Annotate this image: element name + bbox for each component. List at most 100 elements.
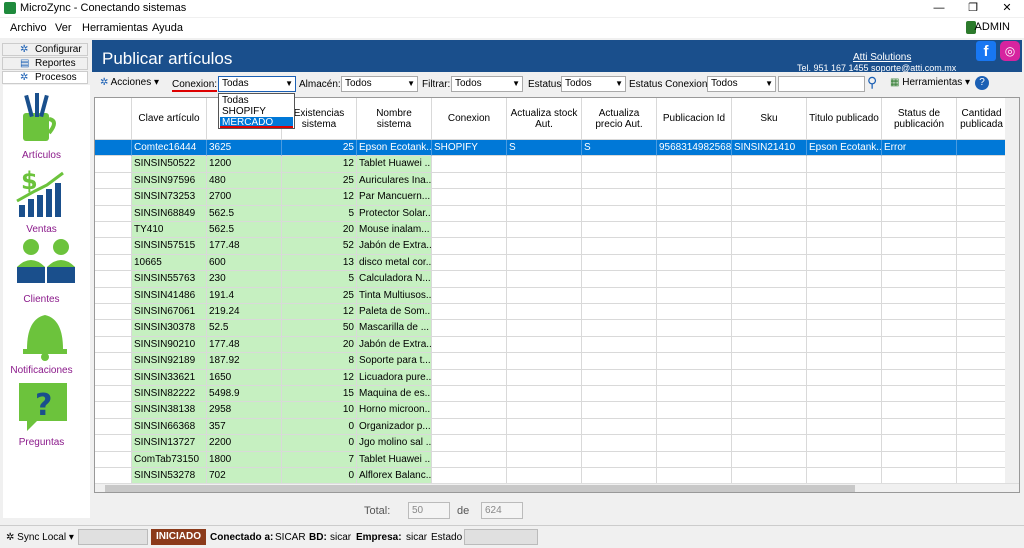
table-row[interactable]: TY410 562.5 20 Mouse inalam... bbox=[95, 222, 1019, 239]
table-cell-status[interactable] bbox=[882, 435, 957, 452]
conexion-select[interactable]: Todas ▼ bbox=[218, 76, 296, 92]
table-cell-status[interactable] bbox=[882, 320, 957, 337]
row-header-cell[interactable] bbox=[95, 287, 132, 304]
herramientas-button[interactable]: ▦ Herramientas ▾ bbox=[890, 77, 970, 88]
table-row[interactable]: SINSIN68849 562.5 5 Protector Solar... bbox=[95, 205, 1019, 222]
table-cell-precio[interactable]: 2700 bbox=[207, 189, 282, 206]
sync-button[interactable]: ✲ Sync Local ▾ bbox=[6, 532, 74, 543]
table-row[interactable]: SINSIN13727 2200 0 Jgo molino sal ... bbox=[95, 435, 1019, 452]
row-header-cell[interactable] bbox=[95, 353, 132, 370]
table-cell-titulo[interactable] bbox=[807, 156, 882, 173]
table-cell-publicacion-id[interactable] bbox=[657, 172, 732, 190]
table-cell-precio[interactable]: 191.4 bbox=[207, 287, 282, 304]
nav-item-clientes[interactable]: Clientes bbox=[3, 237, 90, 307]
table-cell-titulo[interactable] bbox=[807, 369, 882, 386]
table-cell-nombre[interactable]: Epson Ecotank... bbox=[357, 140, 432, 157]
table-cell-actualiza-precio[interactable] bbox=[582, 336, 657, 354]
table-cell-actualiza-stock[interactable] bbox=[507, 156, 582, 173]
table-cell-cantidad[interactable] bbox=[957, 271, 1007, 288]
table-cell-actualiza-precio[interactable] bbox=[582, 222, 657, 239]
table-cell-actualiza-stock[interactable] bbox=[507, 238, 582, 255]
table-cell-titulo[interactable] bbox=[807, 172, 882, 190]
table-cell-precio[interactable]: 562.5 bbox=[207, 222, 282, 239]
column-header-publicacion-id[interactable]: Publicacion Id bbox=[657, 98, 732, 140]
table-cell-clave[interactable]: ComTab73150 bbox=[132, 451, 207, 468]
dropdown-option-shopify[interactable]: SHOPIFY bbox=[220, 106, 293, 117]
table-cell-titulo[interactable] bbox=[807, 271, 882, 288]
table-cell-clave[interactable]: SINSIN73253 bbox=[132, 189, 207, 206]
table-cell-status[interactable] bbox=[882, 287, 957, 304]
table-cell-clave[interactable]: SINSIN30378 bbox=[132, 320, 207, 337]
table-cell-actualiza-precio[interactable] bbox=[582, 386, 657, 403]
table-cell-actualiza-precio[interactable] bbox=[582, 451, 657, 468]
table-cell-publicacion-id[interactable] bbox=[657, 386, 732, 403]
row-header-cell[interactable] bbox=[95, 254, 132, 272]
row-header-cell[interactable] bbox=[95, 468, 132, 485]
table-cell-cantidad[interactable] bbox=[957, 451, 1007, 468]
table-cell-clave[interactable]: SINSIN97596 bbox=[132, 172, 207, 190]
table-cell-actualiza-precio[interactable] bbox=[582, 402, 657, 419]
table-cell-nombre[interactable]: Tinta Multiusos... bbox=[357, 287, 432, 304]
table-cell-sku[interactable] bbox=[732, 205, 807, 222]
table-cell-cantidad[interactable] bbox=[957, 369, 1007, 386]
restore-icon[interactable]: ❐ bbox=[956, 0, 990, 17]
table-cell-conexion[interactable] bbox=[432, 304, 507, 321]
table-row[interactable]: SINSIN92189 187.92 8 Soporte para t... bbox=[95, 353, 1019, 370]
table-cell-nombre[interactable]: Calculadora N... bbox=[357, 271, 432, 288]
help-icon[interactable]: ? bbox=[975, 76, 989, 90]
table-cell-conexion[interactable] bbox=[432, 320, 507, 337]
table-cell-actualiza-precio[interactable] bbox=[582, 205, 657, 222]
table-cell-actualiza-stock[interactable] bbox=[507, 271, 582, 288]
row-header-cell[interactable] bbox=[95, 451, 132, 468]
table-cell-titulo[interactable] bbox=[807, 222, 882, 239]
table-cell-clave[interactable]: SINSIN68849 bbox=[132, 205, 207, 222]
table-cell-clave[interactable]: SINSIN92189 bbox=[132, 353, 207, 370]
search-input[interactable] bbox=[778, 76, 865, 92]
table-cell-precio[interactable]: 5498.9 bbox=[207, 386, 282, 403]
table-cell-conexion[interactable] bbox=[432, 353, 507, 370]
table-cell-status[interactable] bbox=[882, 418, 957, 436]
tab-procesos[interactable]: ✲ Procesos bbox=[2, 71, 88, 84]
table-cell-titulo[interactable] bbox=[807, 336, 882, 354]
table-row[interactable]: SINSIN53278 702 0 Alflorex Balanc... bbox=[95, 468, 1019, 485]
tab-configurar[interactable]: ✲ Configurar bbox=[2, 43, 88, 56]
table-cell-titulo[interactable] bbox=[807, 205, 882, 222]
table-cell-actualiza-precio[interactable] bbox=[582, 320, 657, 337]
table-cell-status[interactable] bbox=[882, 205, 957, 222]
table-cell-sku[interactable] bbox=[732, 468, 807, 485]
table-cell-actualiza-precio[interactable] bbox=[582, 156, 657, 173]
table-cell-conexion[interactable] bbox=[432, 435, 507, 452]
table-cell-existencias[interactable]: 12 bbox=[282, 369, 357, 386]
table-cell-precio[interactable]: 52.5 bbox=[207, 320, 282, 337]
acciones-button[interactable]: ✲ Acciones ▾ bbox=[100, 77, 159, 88]
table-cell-actualiza-stock[interactable] bbox=[507, 435, 582, 452]
table-cell-publicacion-id[interactable] bbox=[657, 336, 732, 354]
table-cell-precio[interactable]: 3625 bbox=[207, 140, 282, 157]
nav-item-articulos[interactable]: Artículos bbox=[3, 91, 90, 161]
table-cell-existencias[interactable]: 25 bbox=[282, 287, 357, 304]
table-cell-publicacion-id[interactable] bbox=[657, 402, 732, 419]
table-cell-nombre[interactable]: Protector Solar... bbox=[357, 205, 432, 222]
table-row[interactable]: SINSIN82222 5498.9 15 Maquina de es... bbox=[95, 386, 1019, 403]
table-cell-titulo[interactable] bbox=[807, 435, 882, 452]
table-cell-precio[interactable]: 702 bbox=[207, 468, 282, 485]
table-cell-sku[interactable] bbox=[732, 369, 807, 386]
almacen-select[interactable]: Todos ▼ bbox=[341, 76, 418, 92]
table-cell-actualiza-stock[interactable] bbox=[507, 172, 582, 190]
table-cell-cantidad[interactable] bbox=[957, 435, 1007, 452]
table-cell-cantidad[interactable] bbox=[957, 468, 1007, 485]
table-cell-publicacion-id[interactable] bbox=[657, 254, 732, 272]
table-cell-cantidad[interactable] bbox=[957, 336, 1007, 354]
table-cell-precio[interactable]: 562.5 bbox=[207, 205, 282, 222]
table-cell-conexion[interactable] bbox=[432, 468, 507, 485]
table-cell-sku[interactable] bbox=[732, 238, 807, 255]
row-header-cell[interactable] bbox=[95, 238, 132, 255]
row-header-cell[interactable] bbox=[95, 418, 132, 436]
table-cell-existencias[interactable]: 12 bbox=[282, 156, 357, 173]
table-cell-cantidad[interactable] bbox=[957, 418, 1007, 436]
user-label[interactable]: ADMIN bbox=[975, 21, 1010, 33]
menu-ayuda[interactable]: Ayuda bbox=[152, 22, 183, 34]
table-row[interactable]: SINSIN50522 1200 12 Tablet Huawei ... bbox=[95, 156, 1019, 173]
table-cell-sku[interactable] bbox=[732, 254, 807, 272]
estatus-select[interactable]: Todos ▼ bbox=[561, 76, 626, 92]
